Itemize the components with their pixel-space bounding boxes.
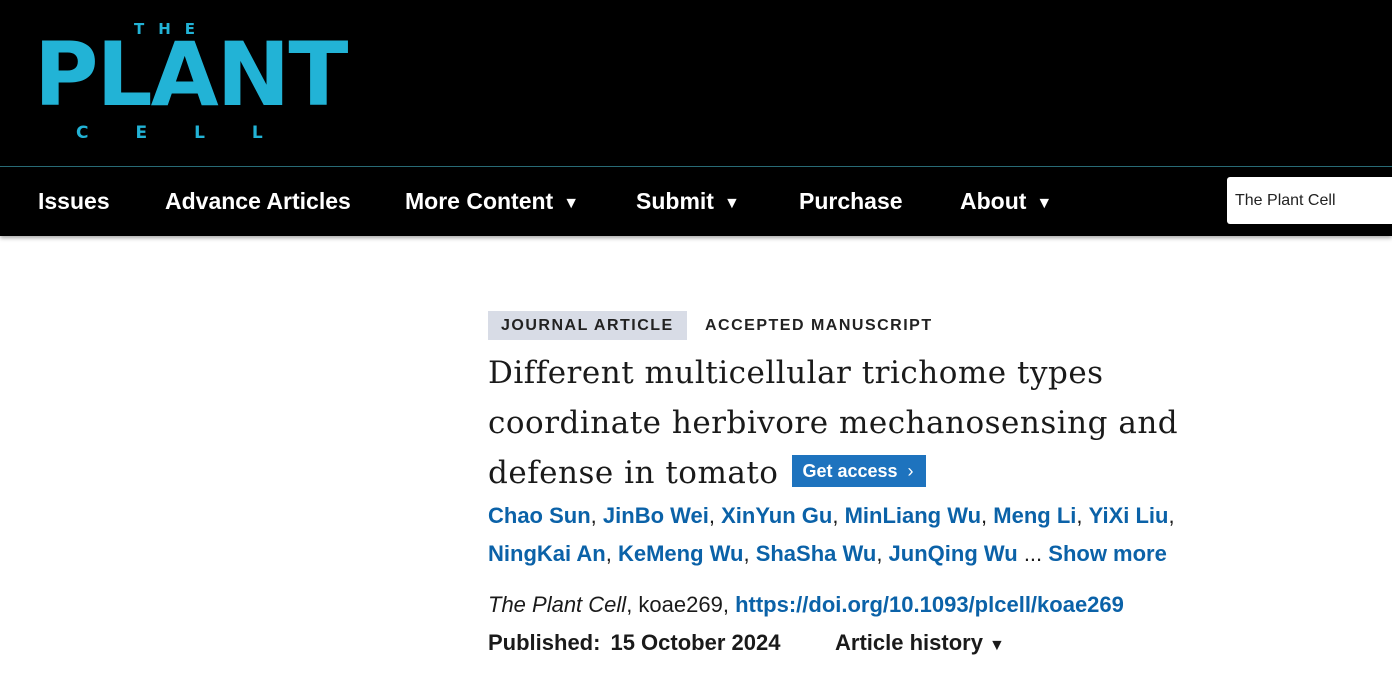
nav-more-content-label: More Content [405,188,554,214]
journal-name: The Plant Cell [488,592,627,617]
nav-purchase[interactable]: Purchase [799,167,903,236]
author-link[interactable]: ShaSha Wu [756,541,877,566]
article-type-tag: JOURNAL ARTICLE [488,311,687,340]
doi-link[interactable]: https://doi.org/10.1093/plcell/koae269 [735,592,1124,617]
article-id: koae269 [638,592,723,617]
author-link[interactable]: JinBo Wei [603,503,709,528]
journal-logo[interactable]: THE PLANT CELL [34,20,348,146]
nav-about[interactable]: About ▼ [960,167,1052,236]
citation-line: The Plant Cell, koae269, https://doi.org… [488,592,1124,617]
author-link[interactable]: KeMeng Wu [618,541,743,566]
author-link[interactable]: MinLiang Wu [845,503,981,528]
main-nav: Issues Advance Articles More Content ▼ Su… [0,167,1392,236]
search-scope-label: The Plant Cell [1235,192,1336,209]
author-link[interactable]: Chao Sun [488,503,591,528]
nav-issues-label: Issues [38,188,110,214]
get-access-label: Get access [802,460,898,481]
article-history-label: Article history [835,630,983,655]
article-history-toggle[interactable]: Article history ▼ [835,630,1005,656]
published-info: Published: 15 October 2024 [488,630,780,656]
chevron-right-icon: › [907,460,914,481]
nav-advance-articles-label: Advance Articles [165,188,351,214]
nav-issues[interactable]: Issues [38,167,110,236]
get-access-button[interactable]: Get access › [792,454,926,487]
author-link[interactable]: NingKai An [488,541,606,566]
author-link[interactable]: YiXi Liu [1089,503,1169,528]
article-title: Different multicellular trichome types c… [488,348,1248,498]
show-more-authors-link[interactable]: Show more [1048,541,1167,566]
caret-down-icon: ▼ [563,195,580,212]
logo-cell: CELL [76,123,310,143]
published-date: 15 October 2024 [610,630,781,655]
search-scope-select[interactable]: The Plant Cell [1227,177,1392,224]
nav-advance-articles[interactable]: Advance Articles [165,167,351,236]
nav-submit[interactable]: Submit ▼ [636,167,740,236]
author-ellipsis: ... [1023,541,1043,566]
author-list: Chao Sun, JinBo Wei, XinYun Gu, MinLiang… [488,503,1175,566]
author-link[interactable]: JunQing Wu [889,541,1018,566]
published-label: Published: [488,630,601,655]
caret-down-icon: ▼ [723,195,740,212]
article-status-tag: ACCEPTED MANUSCRIPT [705,317,933,334]
nav-more-content[interactable]: More Content ▼ [405,167,579,236]
author-link[interactable]: Meng Li [993,503,1076,528]
author-link[interactable]: XinYun Gu [721,503,832,528]
nav-purchase-label: Purchase [799,188,903,214]
logo-plant: PLANT [34,23,348,126]
nav-submit-label: Submit [636,188,714,214]
nav-about-label: About [960,188,1027,214]
caret-down-icon: ▼ [1036,195,1053,212]
site-header: THE PLANT CELL [0,0,1392,167]
caret-down-icon: ▼ [988,637,1005,654]
